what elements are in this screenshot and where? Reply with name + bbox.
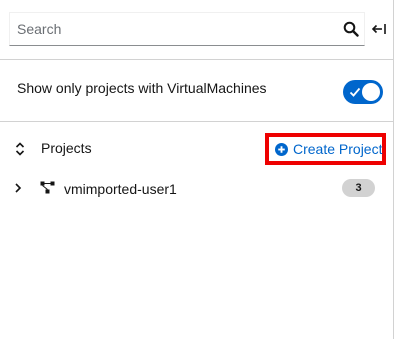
projects-label: Projects <box>41 140 92 156</box>
project-tree-item[interactable]: vmimported-user1 3 <box>0 175 394 201</box>
chevron-right-icon[interactable] <box>13 182 23 194</box>
vm-filter-toggle[interactable] <box>343 80 383 104</box>
count-badge: 3 <box>342 179 375 197</box>
plus-circle-icon <box>275 142 288 156</box>
search-row <box>0 0 394 58</box>
create-project-button[interactable]: Create Project <box>265 133 386 165</box>
search-input[interactable] <box>10 13 336 45</box>
project-tree-icon <box>40 181 55 194</box>
search-icon[interactable] <box>343 21 359 37</box>
divider <box>0 121 394 122</box>
filter-row: Show only projects with VirtualMachines <box>0 60 394 121</box>
create-project-label: Create Project <box>293 141 383 157</box>
collapse-panel-icon[interactable] <box>371 21 387 37</box>
sort-icon[interactable] <box>14 141 26 157</box>
projects-sidebar: Show only projects with VirtualMachines … <box>0 0 394 339</box>
toggle-knob <box>362 83 380 101</box>
search-box[interactable] <box>9 12 365 46</box>
filter-label: Show only projects with VirtualMachines <box>17 80 267 96</box>
check-icon <box>349 87 361 97</box>
projects-header: Projects Create Project <box>0 126 394 170</box>
project-name[interactable]: vmimported-user1 <box>64 181 177 197</box>
